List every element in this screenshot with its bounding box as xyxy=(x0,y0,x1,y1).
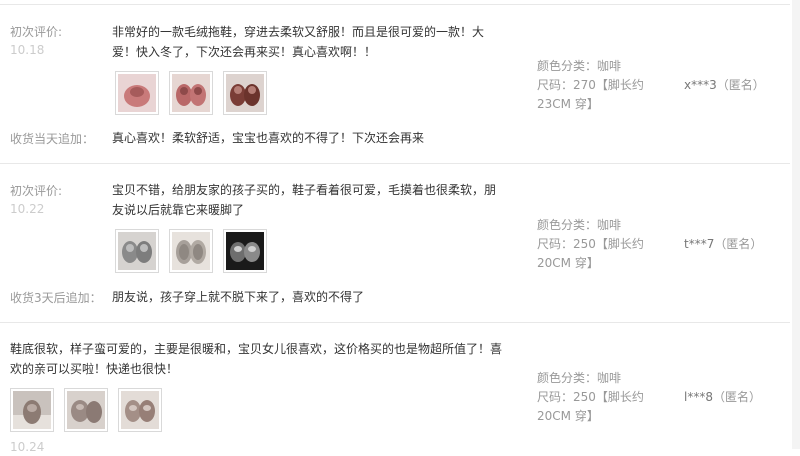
reviewer-nick: x***3 xyxy=(684,78,717,92)
review-photos xyxy=(10,388,162,432)
scrollbar[interactable] xyxy=(792,0,800,449)
slipper-on-floor-photo-icon xyxy=(13,391,51,429)
review-item: 初次评价: 10.22 宝贝不错，给朋友家的孩子买的，鞋子看着很可爱，毛摸着也很… xyxy=(0,163,790,323)
color-category: 颜色分类：咖啡 xyxy=(537,371,622,385)
review-date: 10.24 xyxy=(10,440,45,454)
review-item: 初次评价: 10.18 非常好的一款毛绒拖鞋，穿进去柔软又舒服！而且是很可爱的一… xyxy=(0,0,790,164)
dark-slippers-photo-icon xyxy=(226,232,264,270)
review-photo[interactable] xyxy=(64,388,108,432)
initial-review-label: 初次评价: xyxy=(10,184,63,198)
review-photo[interactable] xyxy=(115,229,159,273)
reviewer-name: x***3（匿名） xyxy=(684,76,765,95)
pink-slipper-photo-icon xyxy=(118,74,156,112)
review-photos xyxy=(115,229,267,273)
review-photo[interactable] xyxy=(10,388,54,432)
review-text: 鞋底很软，样子蛮可爱的，主要是很暖和，宝贝女儿很喜欢，这价格买的也是物超所值了！… xyxy=(10,342,503,376)
review-photo[interactable] xyxy=(223,71,267,115)
reviewer-name: t***7（匿名） xyxy=(684,235,762,254)
anonymous-tag: （匿名） xyxy=(712,390,761,404)
slippers-pair-photo-icon xyxy=(121,391,159,429)
grey-slipper-soles-photo-icon xyxy=(172,232,210,270)
followup-text: 真心喜欢！柔软舒适，宝宝也喜欢的不得了！下次还会再来 xyxy=(112,131,425,145)
review-photo[interactable] xyxy=(169,229,213,273)
review-photo[interactable] xyxy=(115,71,159,115)
review-text: 宝贝不错，给朋友家的孩子买的，鞋子看着很可爱，毛摸着也很柔软，朋友说以后就靠它来… xyxy=(112,183,497,217)
anonymous-tag: （匿名） xyxy=(716,78,765,92)
grey-slippers-photo-icon xyxy=(118,232,156,270)
pink-slippers-pair-photo-icon xyxy=(172,74,210,112)
slippers-closeup-photo-icon xyxy=(67,391,105,429)
size-info: 尺码：250【脚长约20CM 穿】 xyxy=(537,237,644,270)
initial-review-label: 初次评价: xyxy=(10,25,63,39)
color-category: 颜色分类：咖啡 xyxy=(537,59,622,73)
followup-label: 收货3天后追加： xyxy=(10,291,102,305)
review-photos xyxy=(115,71,267,115)
review-photo[interactable] xyxy=(223,229,267,273)
review-date: 10.22 xyxy=(10,202,45,216)
review-text: 非常好的一款毛绒拖鞋，穿进去柔软又舒服！而且是很可爱的一款！大爱！快入冬了，下次… xyxy=(112,25,485,59)
review-date: 10.18 xyxy=(10,43,45,57)
reviewer-nick: l***8 xyxy=(684,390,713,404)
review-item: 鞋底很软，样子蛮可爱的，主要是很暖和，宝贝女儿很喜欢，这价格买的也是物超所值了！… xyxy=(0,322,790,454)
followup-text: 朋友说，孩子穿上就不脱下来了，喜欢的不得了 xyxy=(112,290,365,304)
brown-slippers-photo-icon xyxy=(226,74,264,112)
followup-label: 收货当天追加： xyxy=(10,132,95,146)
review-photo[interactable] xyxy=(118,388,162,432)
color-category: 颜色分类：咖啡 xyxy=(537,218,622,232)
reviewer-name: l***8（匿名） xyxy=(684,388,761,407)
anonymous-tag: （匿名） xyxy=(714,237,763,251)
size-info: 尺码：250【脚长约20CM 穿】 xyxy=(537,390,644,423)
review-photo[interactable] xyxy=(169,71,213,115)
size-info: 尺码：270【脚长约23CM 穿】 xyxy=(537,78,644,111)
reviewer-nick: t***7 xyxy=(684,237,715,251)
